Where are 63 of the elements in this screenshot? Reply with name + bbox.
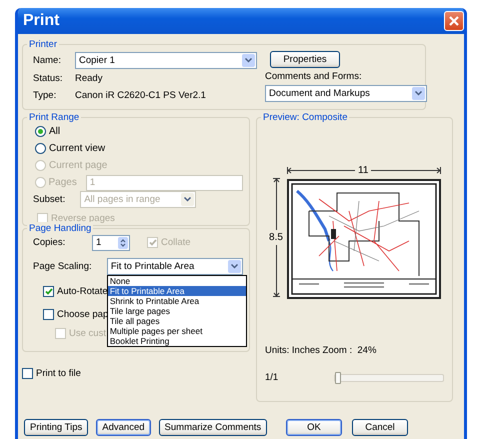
dialog-button[interactable]: Advanced — [96, 419, 151, 436]
field-label: Name: — [33, 54, 62, 66]
radio-button[interactable] — [35, 126, 46, 137]
dialog-button[interactable]: OK — [286, 419, 342, 436]
option-label: Current page — [49, 160, 108, 171]
dropdown-option[interactable]: Tile large pages — [108, 306, 246, 316]
dropdown-option[interactable]: Shrink to Printable Area — [108, 296, 246, 306]
group-label: Page Handling — [29, 223, 92, 234]
chevron-down-icon — [181, 193, 194, 206]
chevron-down-icon — [242, 54, 255, 67]
horizontal-dimension-line — [371, 166, 442, 174]
page-counter: 1/1 — [265, 372, 278, 383]
option-label: Pages — [48, 177, 77, 188]
dropdown-option[interactable]: Tile all pages — [108, 316, 246, 326]
slider-thumb[interactable] — [335, 372, 341, 384]
dialog-button[interactable]: Printing Tips — [24, 419, 88, 436]
vertical-dimension-line — [272, 245, 280, 297]
comments-dropdown[interactable]: Document and Markups — [265, 85, 427, 102]
field-label: Type: — [33, 90, 58, 102]
dialog-button[interactable]: Summarize Comments — [158, 419, 268, 436]
dialog-button[interactable]: Cancel — [352, 419, 408, 436]
checkbox[interactable] — [22, 368, 33, 379]
checkbox[interactable] — [43, 286, 54, 297]
chevron-down-icon — [228, 260, 241, 273]
dropdown-option[interactable]: None — [108, 276, 246, 286]
page-slider[interactable] — [334, 374, 444, 382]
dropdown-option[interactable]: Fit to Printable Area — [108, 286, 246, 296]
field-label: Subset: — [33, 194, 66, 205]
radio-button[interactable] — [35, 143, 46, 154]
checkbox-label: Print to file — [36, 368, 81, 379]
group-label: Preview: Composite — [263, 112, 348, 123]
status-value: Ready — [75, 73, 102, 84]
checkbox-label: Auto-Rotate — [57, 286, 108, 297]
option-label: Current view — [49, 143, 106, 154]
field-label: Comments and Forms: — [265, 71, 363, 82]
close-icon — [448, 15, 460, 27]
field-label: Copies: — [33, 237, 66, 248]
checkbox-label: Use cust — [69, 328, 106, 339]
dropdown-option[interactable]: Multiple pages per sheet — [108, 326, 246, 336]
checkbox-label: Reverse pages — [51, 213, 115, 224]
field-label: Status: — [33, 73, 64, 84]
checkbox[interactable] — [43, 309, 54, 320]
horizontal-dimension-line — [287, 166, 355, 174]
group-label: Printer — [29, 39, 57, 50]
field-label: Page Scaling: — [33, 261, 93, 272]
checkbox-label: Collate — [161, 237, 191, 248]
dropdown-option[interactable]: Booklet Printing — [108, 336, 246, 346]
copies-spinbox[interactable]: 1 — [92, 234, 130, 250]
dimension-label: 8.5 — [269, 231, 283, 245]
option-label: All — [49, 126, 60, 137]
pages-field: 1 — [86, 174, 243, 190]
vertical-dimension-line — [272, 178, 280, 230]
group-label: Print Range — [29, 112, 80, 123]
printer-type: Canon iR C2620-C1 PS Ver2.1 — [75, 90, 206, 102]
chevron-down-icon — [412, 87, 425, 100]
spin-arrows-icon — [118, 236, 128, 248]
subset-dropdown: All pages in range — [80, 191, 196, 208]
dimension-label: 11 — [357, 164, 370, 176]
printer-dropdown[interactable]: Copier 1 — [75, 52, 257, 69]
zoom-info: Units: Inches Zoom : 24% — [265, 345, 378, 356]
properties-button[interactable]: Properties — [270, 51, 340, 68]
window-title: Print — [23, 12, 60, 30]
close-button[interactable] — [444, 11, 464, 31]
